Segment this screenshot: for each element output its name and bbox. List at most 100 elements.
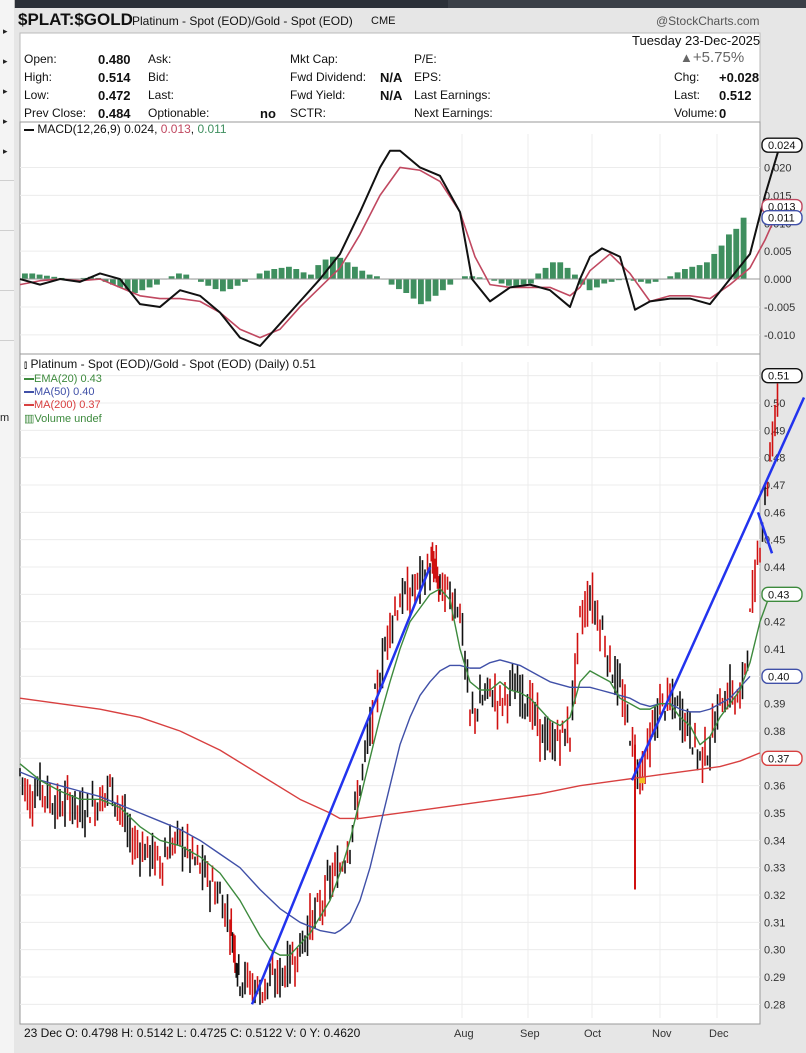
macd-histogram-bar <box>520 279 527 285</box>
macd-histogram-bar <box>205 279 212 286</box>
symbol-name: Platinum - Spot (EOD)/Gold - Spot (EOD) <box>132 14 353 28</box>
quote-l2-0: Ask: <box>148 52 172 66</box>
price-legend-title: ⫾ Platinum - Spot (EOD)/Gold - Spot (EOD… <box>24 357 316 371</box>
macd-histogram-bar <box>234 279 241 286</box>
quote-v5-1: +0.028 <box>719 70 760 85</box>
price-tick-label: 0.32 <box>764 890 785 902</box>
macd-histogram-bar <box>557 262 564 280</box>
macd-histogram-bar <box>682 269 688 280</box>
macd-histogram-bar <box>528 279 534 284</box>
price-tick-label: 0.41 <box>764 644 785 656</box>
quote-v1-3: 0.484 <box>98 106 131 121</box>
quote-l3-3: SCTR: <box>290 106 326 120</box>
x-tick-label: Sep <box>520 1028 540 1040</box>
up-triangle-icon: ▲ <box>680 50 693 65</box>
price-tick-label: 0.46 <box>764 507 785 519</box>
macd-histogram-bar <box>154 279 160 285</box>
macd-histogram-bar <box>601 279 608 284</box>
macd-histogram-bar <box>542 267 549 280</box>
macd-histogram-bar <box>594 279 600 288</box>
expand-arrow-icon[interactable]: ▸ <box>3 116 8 127</box>
macd-histogram-bar <box>572 274 578 280</box>
volume-legend: ▥Volume undef <box>24 413 102 425</box>
price-value-marker-text: 0.51 <box>768 371 789 383</box>
x-tick-label: Oct <box>584 1028 601 1040</box>
macd-histogram-bar <box>36 274 43 280</box>
macd-histogram-bar <box>344 262 351 280</box>
quote-v3-2: N/A <box>380 88 403 103</box>
macd-value-marker-text: 0.024 <box>768 140 796 152</box>
quote-l4-2: Last Earnings: <box>414 88 491 102</box>
macd-histogram-bar <box>550 262 556 280</box>
macd-histogram-bar <box>704 262 710 280</box>
left-panel: ▸ ▸ ▸ ▸ ▸ m <box>0 0 15 1053</box>
macd-histogram-bar <box>315 265 322 280</box>
macd-histogram-bar <box>432 279 439 296</box>
macd-histogram-bar <box>506 279 512 286</box>
macd-histogram-bar <box>359 270 366 280</box>
macd-histogram-bar <box>425 279 432 302</box>
price-tick-label: 0.35 <box>764 808 785 820</box>
macd-histogram-bar <box>44 275 50 280</box>
ma50-legend: MA(50) 0.40 <box>24 386 95 398</box>
macd-histogram-bar <box>308 274 314 280</box>
macd-histogram-bar <box>410 279 417 299</box>
macd-histogram-bar <box>286 266 292 280</box>
macd-histogram-bar <box>440 279 446 291</box>
macd-histogram-bar <box>718 245 725 280</box>
quote-v5-2: 0.512 <box>719 88 752 103</box>
macd-histogram-bar <box>139 279 146 291</box>
quote-l5-1: Chg: <box>674 70 700 84</box>
date-label: Tuesday 23-Dec-2025 <box>632 33 761 48</box>
macd-histogram-bar <box>740 217 747 280</box>
price-tick-label: 0.38 <box>764 726 785 738</box>
macd-histogram-bar <box>300 272 307 280</box>
quote-l2-3: Optionable: <box>148 106 210 120</box>
macd-tick-label: -0.010 <box>764 330 795 342</box>
macd-histogram-bar <box>212 279 219 290</box>
expand-arrow-icon[interactable]: ▸ <box>3 26 8 37</box>
macd-histogram-bar <box>29 273 36 280</box>
expand-arrow-icon[interactable]: ▸ <box>3 86 8 97</box>
price-tick-label: 0.39 <box>764 699 785 711</box>
macd-histogram-bar <box>22 273 28 280</box>
quote-l1-1: High: <box>24 70 53 84</box>
macd-histogram-bar <box>674 272 681 280</box>
price-tick-label: 0.31 <box>764 917 785 929</box>
footer-ohlc: 23 Dec O: 0.4798 H: 0.5142 L: 0.4725 C: … <box>24 1026 361 1040</box>
macd-histogram-bar <box>132 279 138 293</box>
ema-legend: EMA(20) 0.43 <box>24 373 102 385</box>
ma200-legend: MA(200) 0.37 <box>24 399 101 411</box>
price-tick-label: 0.42 <box>764 617 785 629</box>
ma200-legend-swatch <box>24 404 34 407</box>
ma50-legend-swatch <box>24 391 34 394</box>
quote-l1-2: Low: <box>24 88 50 102</box>
x-tick-label: Dec <box>709 1028 729 1040</box>
price-value-marker-text: 0.37 <box>768 753 789 765</box>
macd-histogram-bar <box>498 279 505 284</box>
volume-bars-icon: ▥ <box>24 413 35 425</box>
quote-l3-1: Fwd Dividend: <box>290 70 367 84</box>
macd-histogram-bar <box>256 273 263 280</box>
macd-histogram-bar <box>689 266 696 280</box>
macd-histogram-bar <box>278 267 285 280</box>
price-tick-label: 0.29 <box>764 972 785 984</box>
macd-histogram-bar <box>535 273 542 280</box>
macd-histogram-bar <box>418 279 424 305</box>
macd-histogram-bar <box>176 273 182 280</box>
price-panel <box>19 353 761 1025</box>
expand-arrow-icon[interactable]: ▸ <box>3 56 8 67</box>
quote-v5-3: 0 <box>719 106 727 121</box>
expand-arrow-icon[interactable]: ▸ <box>3 146 8 157</box>
quote-v3-1: N/A <box>380 70 403 85</box>
ema-legend-swatch <box>24 378 34 381</box>
macd-histogram-bar <box>264 270 270 280</box>
macd-histogram-bar <box>711 253 718 280</box>
chart-svg: 0.0200.0150.0100.0050.000-0.005-0.0100.2… <box>19 32 806 1040</box>
macd-tick-label: 0.000 <box>764 274 792 286</box>
quote-l4-3: Next Earnings: <box>414 106 493 120</box>
top-bar <box>448 0 806 8</box>
watermark: @StockCharts.com <box>656 14 760 28</box>
macd-legend-swatch <box>24 128 34 131</box>
price-tick-label: 0.30 <box>764 945 785 957</box>
